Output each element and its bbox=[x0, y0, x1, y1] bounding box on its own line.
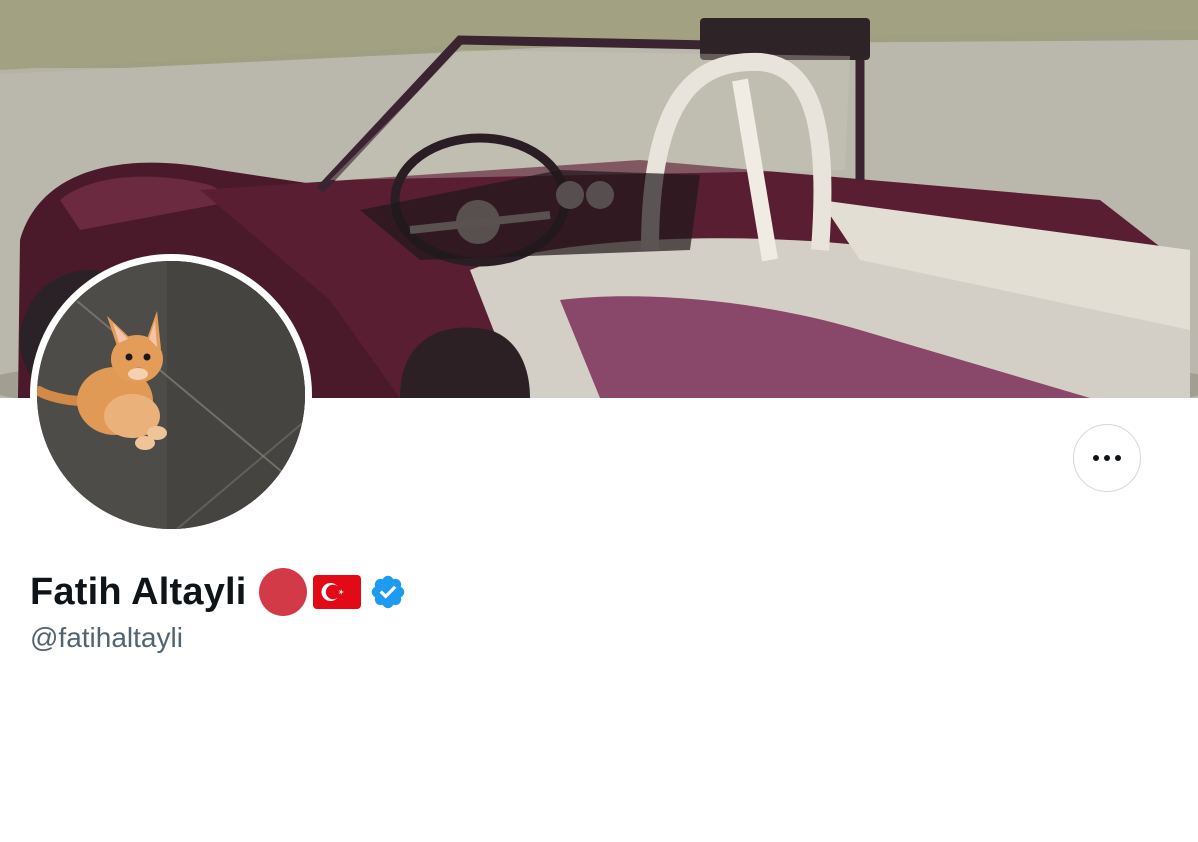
profile-avatar[interactable] bbox=[30, 254, 312, 536]
more-horizontal-icon bbox=[1091, 455, 1124, 461]
profile-page: Fatih Altayli @fatihaltayli bbox=[0, 0, 1198, 842]
profile-handle: @fatihaltayli bbox=[30, 622, 183, 653]
verified-badge-icon[interactable] bbox=[369, 573, 407, 611]
avatar-image bbox=[37, 261, 305, 529]
more-options-button[interactable] bbox=[1073, 424, 1141, 492]
profile-display-name: Fatih Altayli bbox=[30, 570, 247, 613]
turkey-flag-icon bbox=[312, 575, 361, 609]
red-circle-emoji-icon bbox=[258, 568, 307, 616]
profile-name-row: Fatih Altayli bbox=[30, 566, 407, 618]
